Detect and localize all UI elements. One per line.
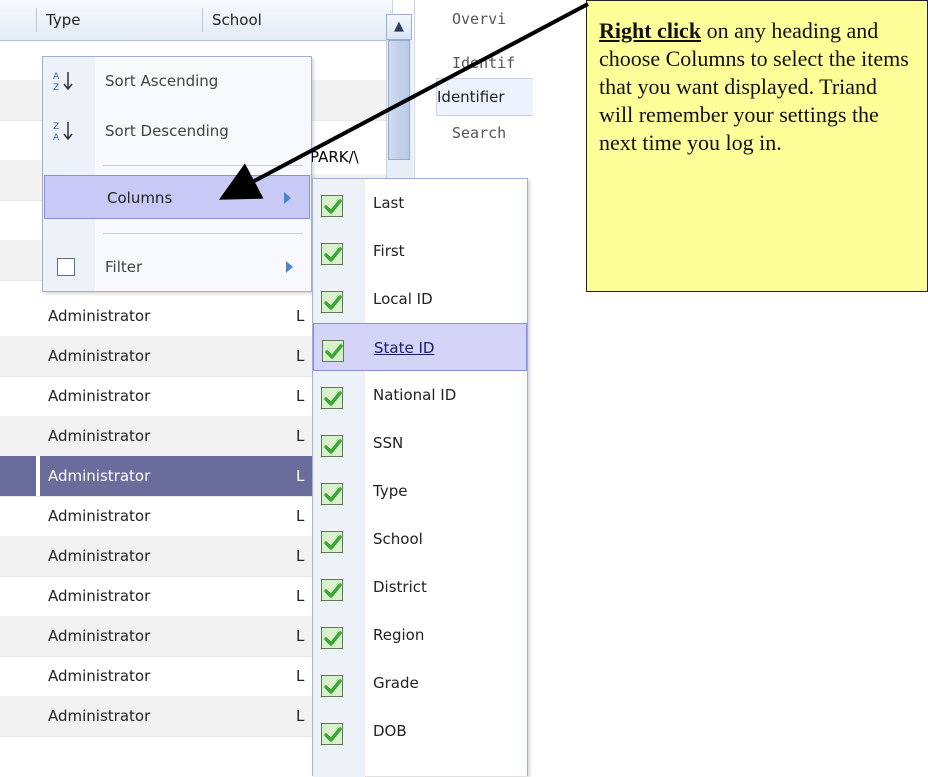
column-option-label: School	[373, 530, 423, 548]
column-option-ssn[interactable]: SSN	[313, 419, 527, 467]
svg-text:Z: Z	[53, 83, 59, 93]
instruction-callout: Right click on any heading and choose Co…	[586, 0, 928, 292]
side-item-search[interactable]: Search	[452, 124, 532, 142]
row-marker	[36, 456, 40, 496]
screenshot-stage: Type School Administrator L Administrato…	[0, 0, 928, 777]
checkbox-checked-icon	[321, 627, 343, 649]
cell-school: L	[296, 707, 305, 725]
cell-type: Administrator	[48, 627, 151, 645]
checkbox-checked-icon	[321, 291, 343, 313]
svg-text:A: A	[53, 133, 60, 143]
cell-school: L	[296, 307, 305, 325]
callout-emphasis: Right click	[599, 18, 702, 43]
column-option-local-id[interactable]: Local ID	[313, 275, 527, 323]
column-option-last[interactable]: Last	[313, 179, 527, 227]
cell-type: Administrator	[48, 667, 151, 685]
column-option-state-id[interactable]: State ID	[313, 323, 527, 371]
checkbox-checked-icon	[321, 531, 343, 553]
checkbox-checked-icon	[321, 435, 343, 457]
column-context-menu: A Z Sort Ascending Z A Sort Descending C…	[42, 56, 312, 292]
columns-submenu: Last First Local ID State ID National ID SSN T…	[312, 178, 528, 777]
tab-identifier[interactable]: Identifier	[436, 78, 533, 116]
column-option-label: DOB	[373, 722, 407, 740]
column-option-label: State ID	[374, 339, 435, 357]
cell-fragment: PARK/\	[310, 140, 388, 174]
column-separator[interactable]	[202, 8, 203, 32]
column-option-label: Type	[373, 482, 408, 500]
cell-school: L	[296, 587, 305, 605]
cell-type: Administrator	[48, 547, 151, 565]
column-separator[interactable]	[36, 8, 37, 32]
menu-item-label: Columns	[107, 189, 173, 207]
cell-school: L	[296, 507, 305, 525]
column-option-type[interactable]: Type	[313, 467, 527, 515]
checkbox-checked-icon	[321, 243, 343, 265]
menu-item-filter[interactable]: Filter	[43, 245, 311, 289]
checkbox-checked-icon	[321, 723, 343, 745]
menu-item-label: Sort Descending	[105, 122, 229, 140]
column-option-district[interactable]: District	[313, 563, 527, 611]
column-option-label: District	[373, 578, 427, 596]
column-option-grade[interactable]: Grade	[313, 659, 527, 707]
cell-type: Administrator	[48, 467, 151, 485]
side-item-identif[interactable]: Identif	[452, 54, 532, 72]
column-option-dob[interactable]: DOB	[313, 707, 527, 755]
checkbox-checked-icon	[322, 340, 344, 362]
column-option-first[interactable]: First	[313, 227, 527, 275]
svg-text:A: A	[53, 72, 60, 82]
menu-separator	[103, 233, 303, 234]
cell-type: Administrator	[48, 507, 151, 525]
column-option-label: SSN	[373, 434, 404, 452]
sort-ascending-icon: A Z	[51, 69, 75, 93]
filter-checkbox-icon	[57, 258, 75, 276]
menu-separator	[103, 165, 303, 166]
column-option-school[interactable]: School	[313, 515, 527, 563]
scroll-up-button[interactable]: ▲	[386, 14, 412, 40]
svg-text:Z: Z	[53, 122, 59, 132]
menu-item-sort-ascending[interactable]: A Z Sort Ascending	[43, 59, 311, 103]
cell-school: L	[296, 467, 305, 485]
caret-up-icon: ▲	[394, 19, 404, 34]
scrollbar-thumb[interactable]	[388, 40, 410, 160]
menu-item-label: Sort Ascending	[105, 72, 219, 90]
cell-type: Administrator	[48, 347, 151, 365]
cell-type: Administrator	[48, 707, 151, 725]
cell-type: Administrator	[48, 587, 151, 605]
cell-type: Administrator	[48, 387, 151, 405]
cell-school: L	[296, 627, 305, 645]
menu-item-columns[interactable]: Columns	[44, 175, 310, 219]
cell-type: Administrator	[48, 307, 151, 325]
grid-header: Type School	[0, 0, 392, 41]
column-header-type[interactable]: Type	[46, 0, 80, 40]
cell-school: L	[296, 427, 305, 445]
cell-school: L	[296, 667, 305, 685]
checkbox-checked-icon	[321, 195, 343, 217]
checkbox-checked-icon	[321, 579, 343, 601]
column-option-label: Last	[373, 194, 405, 212]
column-option-region[interactable]: Region	[313, 611, 527, 659]
checkbox-checked-icon	[321, 675, 343, 697]
menu-item-label: Filter	[105, 258, 143, 276]
column-header-school[interactable]: School	[212, 0, 262, 40]
side-item-overview[interactable]: Overvi	[452, 10, 532, 28]
column-option-label: First	[373, 242, 405, 260]
column-option-national-id[interactable]: National ID	[313, 371, 527, 419]
cell-type: Administrator	[48, 427, 151, 445]
checkbox-checked-icon	[321, 387, 343, 409]
checkbox-checked-icon	[321, 483, 343, 505]
column-option-label: Local ID	[373, 290, 433, 308]
cell-school: L	[296, 347, 305, 365]
submenu-arrow-icon	[284, 192, 291, 204]
column-option-label: Grade	[373, 674, 419, 692]
menu-item-sort-descending[interactable]: Z A Sort Descending	[43, 109, 311, 153]
cell-school: L	[296, 387, 305, 405]
cell-school: L	[296, 547, 305, 565]
column-option-label: Region	[373, 626, 425, 644]
submenu-arrow-icon	[286, 261, 293, 273]
sort-descending-icon: Z A	[51, 119, 75, 143]
column-option-label: National ID	[373, 386, 457, 404]
